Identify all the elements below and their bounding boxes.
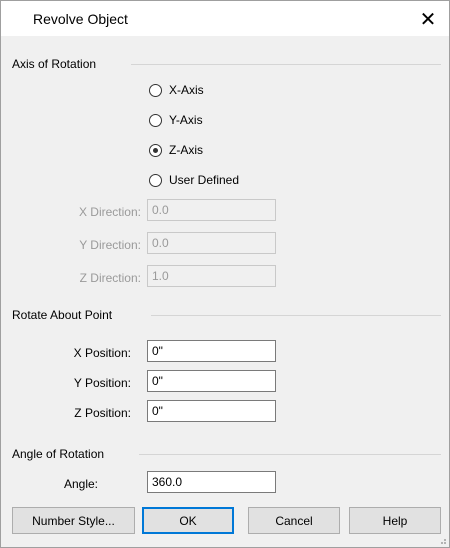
y-direction-label: Y Direction: [79,238,141,252]
close-icon[interactable]: ✕ [413,4,443,34]
radio-circle-icon [149,173,162,187]
resize-grip-icon[interactable] [437,535,447,545]
radio-label: Z-Axis [169,143,203,157]
radio-checked-icon [149,143,162,157]
radio-y-axis[interactable]: Y-Axis [149,113,203,127]
z-direction-label: Z Direction: [79,271,141,285]
x-position-label: X Position: [73,346,131,360]
radio-user-defined[interactable]: User Defined [149,173,239,187]
axis-group-divider [131,64,441,65]
y-position-label: Y Position: [73,376,131,390]
radio-circle-icon [149,83,162,97]
point-group-divider [151,315,441,316]
y-direction-field[interactable]: 0.0 [147,232,276,254]
axis-group-label: Axis of Rotation [12,57,97,71]
x-direction-field[interactable]: 0.0 [147,199,276,221]
point-group-label: Rotate About Point [12,308,113,322]
angle-field[interactable]: 360.0 [147,471,276,493]
x-position-field[interactable]: 0" [147,340,276,362]
radio-circle-icon [149,113,162,127]
y-position-field[interactable]: 0" [147,370,276,392]
angle-group-label: Angle of Rotation [12,447,105,461]
help-button[interactable]: Help [349,507,441,534]
number-style-button[interactable]: Number Style... [12,507,135,534]
angle-label: Angle: [63,477,99,491]
z-position-label: Z Position: [74,406,131,420]
angle-group-divider [139,454,441,455]
radio-label: X-Axis [169,83,204,97]
radio-label: Y-Axis [169,113,203,127]
title-bar: Revolve Object ✕ [1,1,449,36]
ok-button[interactable]: OK [142,507,234,534]
cancel-button[interactable]: Cancel [248,507,340,534]
revolve-object-dialog: Revolve Object ✕ Axis of Rotation X-Axis… [0,0,450,548]
radio-z-axis[interactable]: Z-Axis [149,143,203,157]
radio-x-axis[interactable]: X-Axis [149,83,204,97]
dialog-title: Revolve Object [33,11,128,27]
z-direction-field[interactable]: 1.0 [147,265,276,287]
radio-label: User Defined [169,173,240,187]
z-position-field[interactable]: 0" [147,400,276,422]
x-direction-label: X Direction: [78,205,141,219]
